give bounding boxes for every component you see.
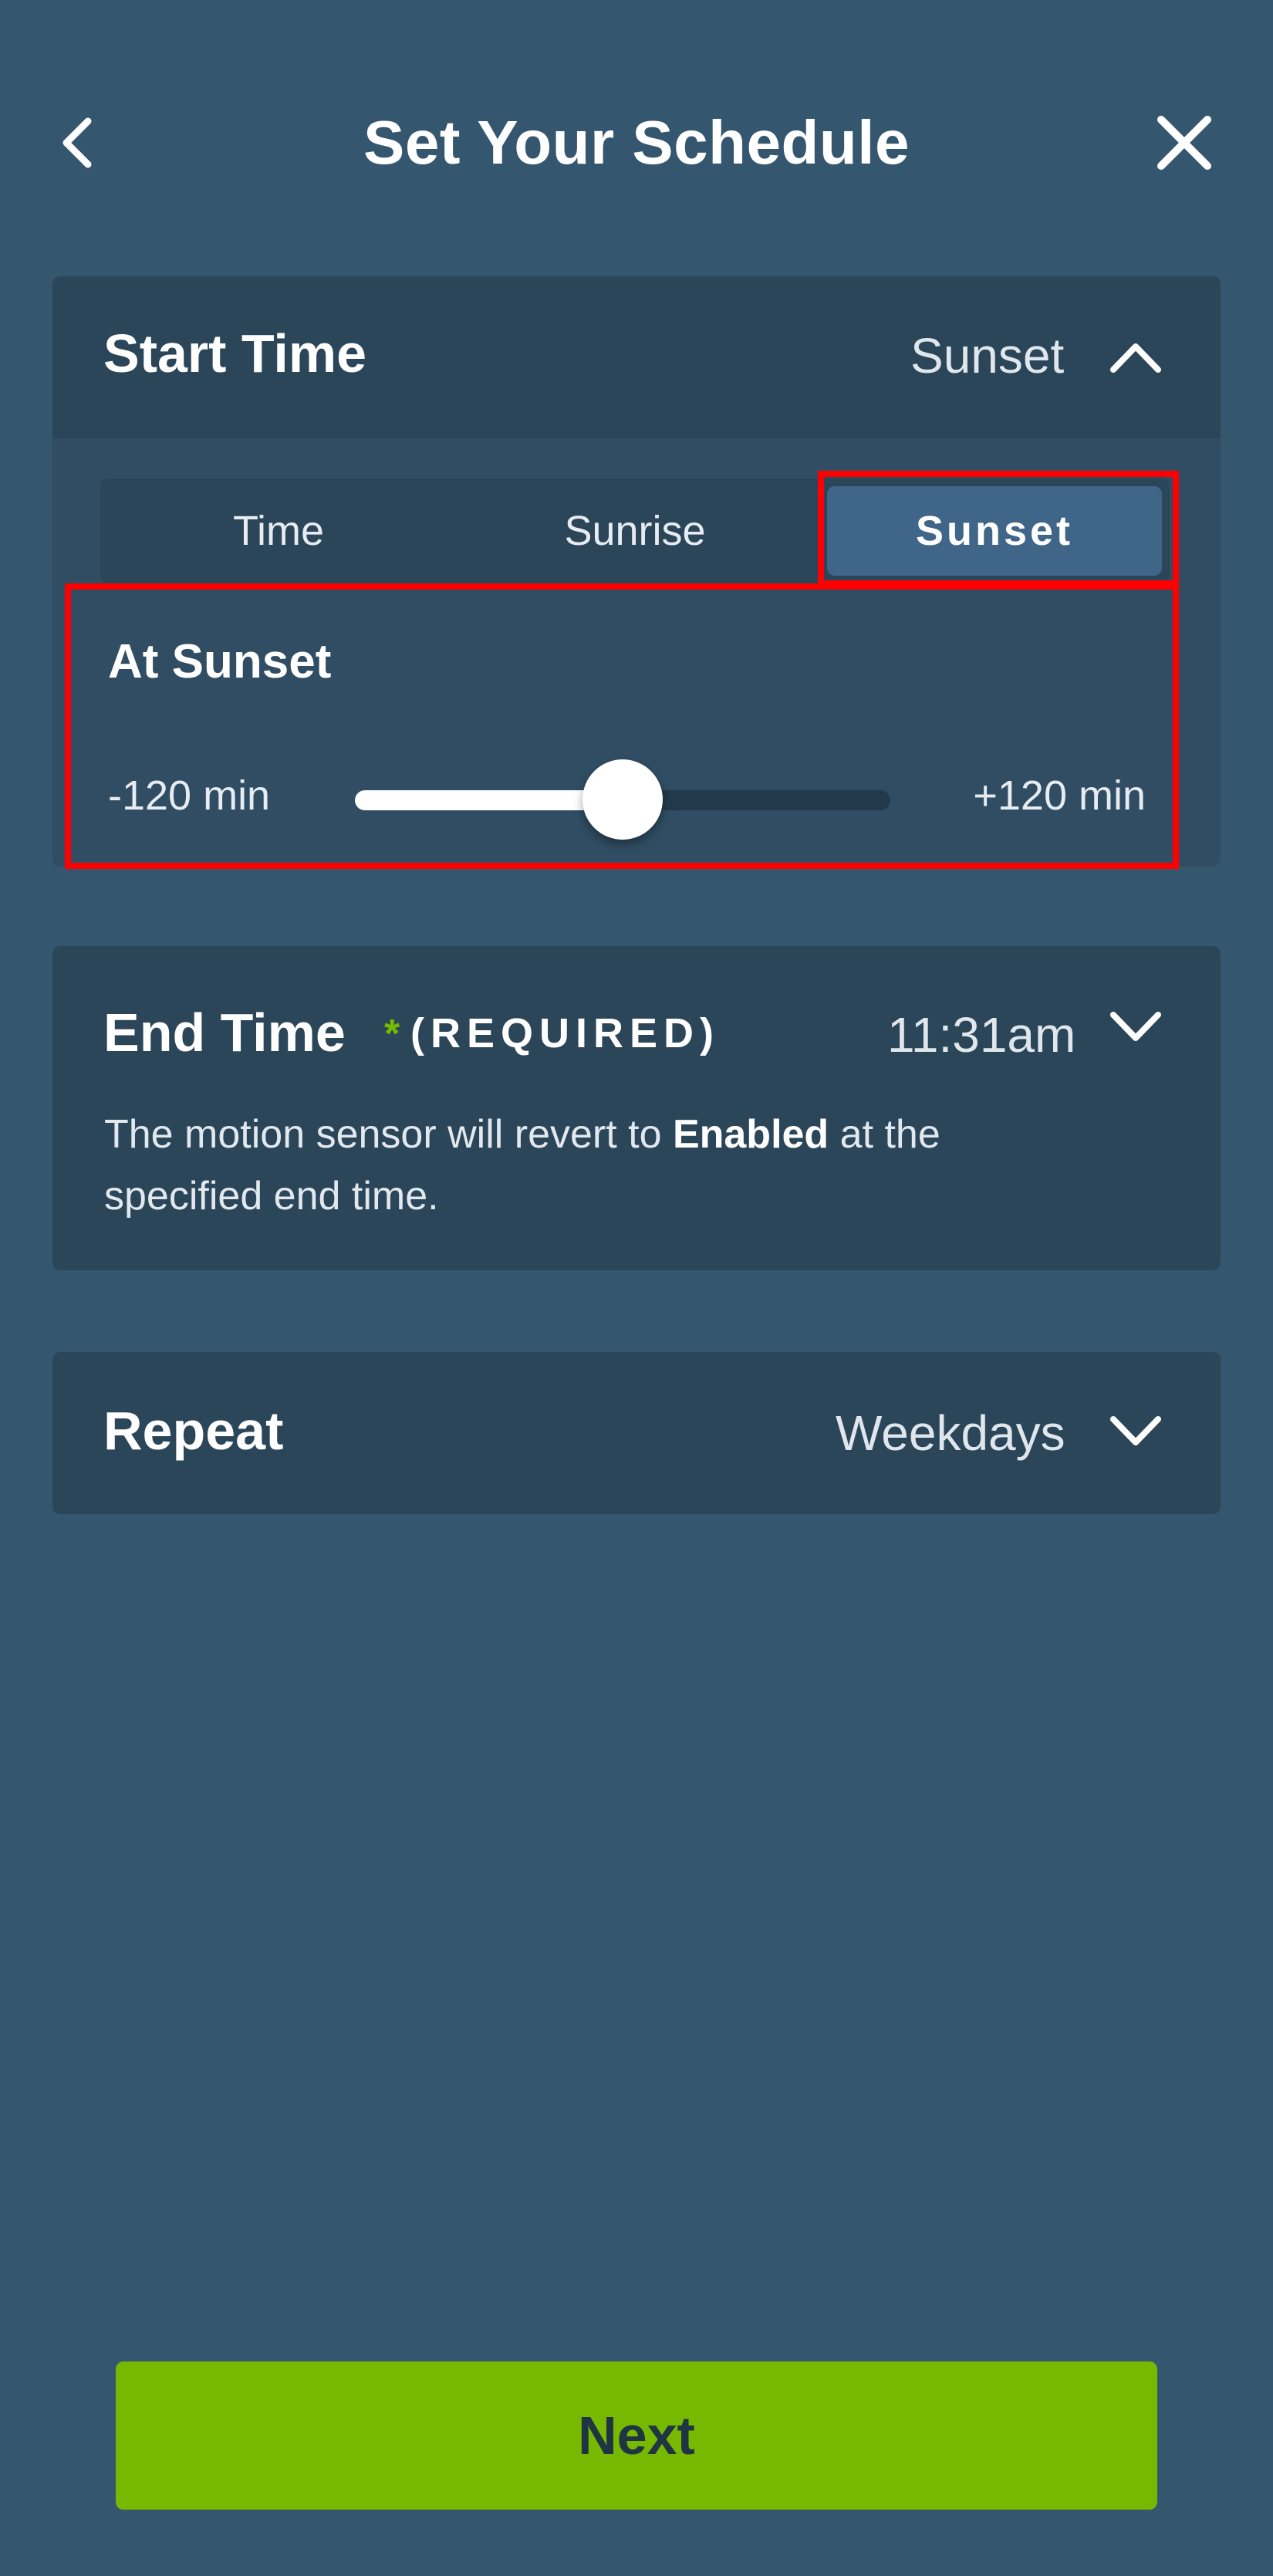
start-time-value: Sunset [910,328,1065,384]
chevron-down-icon [1105,1400,1167,1462]
offset-slider-thumb[interactable] [582,759,663,840]
page-title: Set Your Schedule [363,108,910,177]
end-time-title: End Time [103,1002,346,1063]
required-label: (REQUIRED) [410,1010,720,1056]
close-icon [1157,116,1211,170]
header: Set Your Schedule [0,0,1273,286]
end-time-value: 11:31am [887,1007,1076,1063]
chevron-up-icon [1105,326,1167,387]
next-button[interactable]: Next [116,2361,1157,2510]
tab-sunset[interactable]: Sunset [827,486,1162,576]
chevron-down-icon [1105,996,1167,1057]
start-time-title: Start Time [103,323,367,384]
tab-sunrise[interactable]: Sunrise [457,478,813,583]
repeat-title: Repeat [103,1401,284,1461]
end-desc-prefix: The motion sensor will revert to [104,1112,673,1157]
end-time-description: The motion sensor will revert to Enabled… [104,1104,1107,1227]
close-button[interactable] [1150,104,1219,181]
repeat-panel[interactable]: Repeat Weekdays [52,1352,1221,1514]
required-star: * [384,1012,400,1056]
end-desc-emphasis: Enabled [672,1112,829,1157]
tab-time[interactable]: Time [100,478,457,583]
slider-min-label: -120 min [108,772,271,819]
offset-label: At Sunset [108,635,332,688]
repeat-value: Weekdays [836,1405,1065,1461]
start-type-segmented-control: Time Sunrise Sunset [100,478,1170,583]
start-time-header[interactable]: Start Time Sunset [52,276,1221,438]
slider-max-label: +120 min [973,772,1146,819]
